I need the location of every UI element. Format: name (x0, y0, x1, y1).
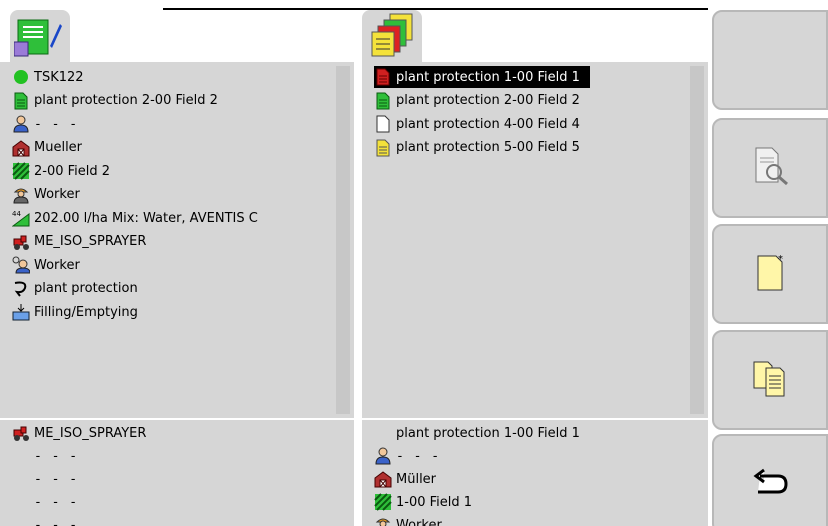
implement-summary-row-label: - - - (34, 517, 79, 526)
task-list-item[interactable]: plant protection 4-00 Field 4 (374, 113, 580, 135)
worker-assigned-icon (12, 256, 30, 274)
task-detail-row-label: Filling/Emptying (34, 304, 138, 320)
selected-task-summary-row-label: plant protection 1-00 Field 1 (396, 425, 580, 441)
selected-task-summary-row: Worker (374, 514, 442, 526)
document-red-icon (374, 68, 392, 86)
application-rate-icon: 44 (12, 209, 30, 227)
softkey-back-button[interactable] (712, 434, 828, 526)
task-list-item[interactable]: plant protection 5-00 Field 5 (374, 137, 580, 159)
icon-placeholder (12, 447, 30, 465)
worker-icon (374, 516, 392, 526)
document-white-icon (374, 115, 392, 133)
selected-task-summary-row-label: Worker (396, 517, 442, 526)
return-arrow-icon (750, 462, 790, 506)
task-list-tab-icon (368, 12, 418, 62)
new-document-icon: * (750, 252, 790, 296)
customer-person-icon (374, 447, 392, 465)
document-green-icon (374, 92, 392, 110)
task-detail-row-label: 2-00 Field 2 (34, 163, 111, 179)
field-icon (12, 162, 30, 180)
task-detail-row-label: plant protection (34, 281, 138, 296)
task-detail-row: TSK122 (12, 66, 84, 88)
task-detail-row: Worker (12, 184, 80, 206)
selected-task-summary-row: plant protection 1-00 Field 1 (374, 422, 580, 444)
softkey-view-details-button[interactable] (712, 118, 828, 218)
icon-placeholder (12, 516, 30, 526)
implement-summary-row-label: - - - (34, 448, 79, 464)
selected-task-summary-row-label: 1-00 Field 1 (396, 494, 473, 510)
implement-summary-row-label: ME_ISO_SPRAYER (34, 425, 147, 441)
filling-emptying-icon (12, 303, 30, 321)
task-detail-row-label: 202.00 l/ha Mix: Water, AVENTIS C (34, 210, 258, 226)
worker-icon (12, 186, 30, 204)
implement-summary-row: - - - (12, 514, 78, 526)
task-detail-row-label: - - - (34, 116, 79, 132)
task-list-panel: plant protection 1-00 Field 1 plant prote… (362, 62, 708, 418)
tab-task-list[interactable] (362, 10, 422, 62)
softkey-empty-button[interactable] (712, 10, 828, 110)
task-details-panel: TSK122 plant protection 2-00 Field 2 - - -… (0, 62, 354, 418)
task-detail-row: Filling/Emptying (12, 301, 138, 323)
svg-text:44: 44 (12, 210, 21, 218)
softkey-copy-task-button[interactable] (712, 330, 828, 430)
icon-placeholder (374, 424, 392, 442)
selected-task-summary-row: Müller (374, 468, 436, 490)
selected-task-summary-panel: plant protection 1-00 Field 1 - - - Müller… (362, 420, 708, 526)
task-detail-row: ME_ISO_SPRAYER (12, 231, 146, 253)
tractor-icon (12, 424, 30, 442)
tab-task-data[interactable] (10, 10, 70, 62)
task-list-item[interactable]: plant protection 1-00 Field 1 (374, 66, 590, 88)
task-list-scrollbar[interactable] (690, 66, 704, 414)
document-magnifier-icon (750, 146, 790, 190)
operation-icon (12, 280, 30, 298)
farm-barn-icon (12, 139, 30, 157)
task-detail-row-label: plant protection 2-00 Field 2 (34, 93, 218, 108)
task-detail-row: plant protection 2-00 Field 2 (12, 90, 218, 112)
implement-summary-row: - - - (12, 445, 78, 467)
field-icon (374, 493, 392, 511)
selected-task-summary-row-label: - - - (396, 448, 441, 464)
softkey-new-task-button[interactable]: * (712, 224, 828, 324)
task-details-scrollbar[interactable] (336, 66, 350, 414)
task-detail-row: plant protection (12, 278, 138, 300)
farm-barn-icon (374, 470, 392, 488)
selected-task-summary-row: - - - (374, 445, 440, 467)
green-dot-icon (12, 68, 30, 86)
implement-summary-row: - - - (12, 468, 78, 490)
selected-task-summary-row: 1-00 Field 1 (374, 491, 472, 513)
task-detail-row-label: Worker (34, 187, 80, 202)
implement-summary-row-label: - - - (34, 471, 79, 487)
document-green-icon (12, 92, 30, 110)
copy-documents-icon (750, 358, 790, 402)
task-detail-row-label: ME_ISO_SPRAYER (34, 234, 147, 249)
task-detail-row: Mueller (12, 137, 82, 159)
task-list-item-label: plant protection 1-00 Field 1 (396, 69, 580, 85)
task-detail-row: - - - (12, 113, 78, 135)
implement-summary-row-label: - - - (34, 494, 79, 510)
task-list-item-label: plant protection 5-00 Field 5 (396, 140, 580, 155)
top-border-line (163, 8, 708, 10)
selected-task-summary-row-label: Müller (396, 471, 437, 487)
task-detail-row: Worker (12, 254, 80, 276)
task-list-item[interactable]: plant protection 2-00 Field 2 (374, 90, 580, 112)
task-data-tab-icon (13, 18, 62, 62)
task-detail-row-label: Mueller (34, 140, 83, 155)
svg-text:*: * (778, 254, 783, 265)
implement-summary-row: - - - (12, 491, 78, 513)
implement-summary-panel: ME_ISO_SPRAYER - - - - - - - - - - - - (0, 420, 354, 526)
customer-person-icon (12, 115, 30, 133)
task-detail-row: 44 202.00 l/ha Mix: Water, AVENTIS C (12, 207, 258, 229)
task-detail-row: 2-00 Field 2 (12, 160, 110, 182)
implement-summary-row: ME_ISO_SPRAYER (12, 422, 146, 444)
tractor-icon (12, 233, 30, 251)
task-list-item-label: plant protection 2-00 Field 2 (396, 93, 580, 108)
icon-placeholder (12, 470, 30, 488)
task-detail-row-label: Worker (34, 257, 80, 273)
task-list-item-label: plant protection 4-00 Field 4 (396, 116, 580, 132)
icon-placeholder (12, 493, 30, 511)
document-yellow-icon (374, 139, 392, 157)
task-detail-row-label: TSK122 (34, 69, 84, 85)
